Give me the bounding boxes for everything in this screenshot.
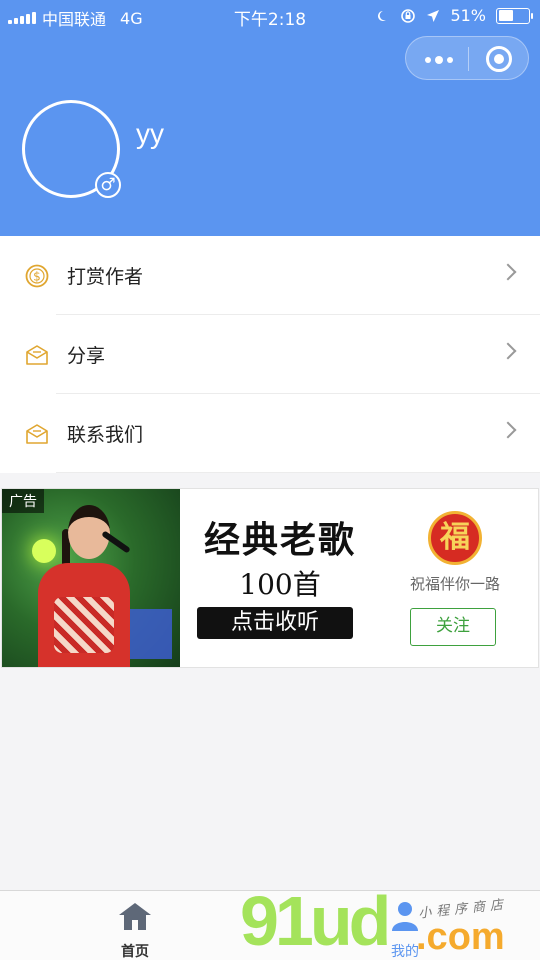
status-bar: 中国联通 4G 下午2:18 51%: [0, 0, 540, 32]
menu-list: $ 打赏作者 分享 联系我们: [0, 236, 540, 473]
moon-icon: [378, 10, 387, 21]
battery-percent: 51%: [450, 6, 486, 25]
menu-item-reward-author[interactable]: $ 打赏作者: [0, 236, 540, 315]
ad-listen-button[interactable]: 点击收听: [197, 607, 353, 639]
ad-subtitle: 100首: [239, 568, 321, 601]
username: yy: [136, 118, 164, 149]
rotation-lock-icon: [401, 8, 416, 23]
close-target-icon[interactable]: [486, 46, 512, 72]
tab-label: 首页: [121, 944, 149, 960]
envelope-icon: [26, 345, 48, 365]
ad-tag: 广告: [2, 489, 44, 513]
ad-brand-name: 祝福伴你一路: [409, 575, 500, 593]
menu-item-contact-us[interactable]: 联系我们: [0, 394, 540, 473]
coin-icon: $: [25, 264, 49, 288]
status-right: 51%: [376, 6, 533, 25]
user-icon: [392, 902, 418, 931]
menu-item-label: 联系我们: [67, 424, 144, 446]
location-icon: [427, 9, 440, 22]
follow-button[interactable]: 关注: [410, 608, 496, 646]
ad-title: 经典老歌: [203, 519, 356, 561]
tab-home[interactable]: 首页: [75, 891, 195, 960]
tab-bar: 首页 我的: [0, 890, 540, 960]
profile-header: 中国联通 4G 下午2:18 51% ♂ yy: [0, 0, 540, 236]
chevron-right-icon: [499, 263, 517, 281]
battery-icon: [496, 7, 533, 24]
chevron-right-icon: [499, 421, 517, 439]
tab-label: 我的: [391, 944, 419, 960]
fu-logo-icon: 福: [428, 511, 482, 565]
chevron-right-icon: [499, 342, 517, 360]
ad-singer-photo: [2, 489, 180, 667]
menu-item-label: 打赏作者: [67, 266, 144, 288]
tab-mine[interactable]: 我的: [345, 891, 465, 960]
svg-text:$: $: [33, 270, 41, 284]
menu-item-share[interactable]: 分享: [0, 315, 540, 394]
divider: [56, 472, 540, 473]
home-icon: [119, 903, 151, 930]
menu-item-label: 分享: [67, 345, 106, 367]
more-icon[interactable]: [425, 56, 453, 64]
capsule-divider: [468, 47, 469, 71]
ad-banner[interactable]: 广告 经典老歌 100首 点击收听 福 祝福伴你一路 关注: [1, 488, 539, 668]
miniprogram-capsule: [405, 36, 529, 80]
envelope-icon: [26, 424, 48, 444]
male-icon: ♂: [95, 172, 121, 198]
